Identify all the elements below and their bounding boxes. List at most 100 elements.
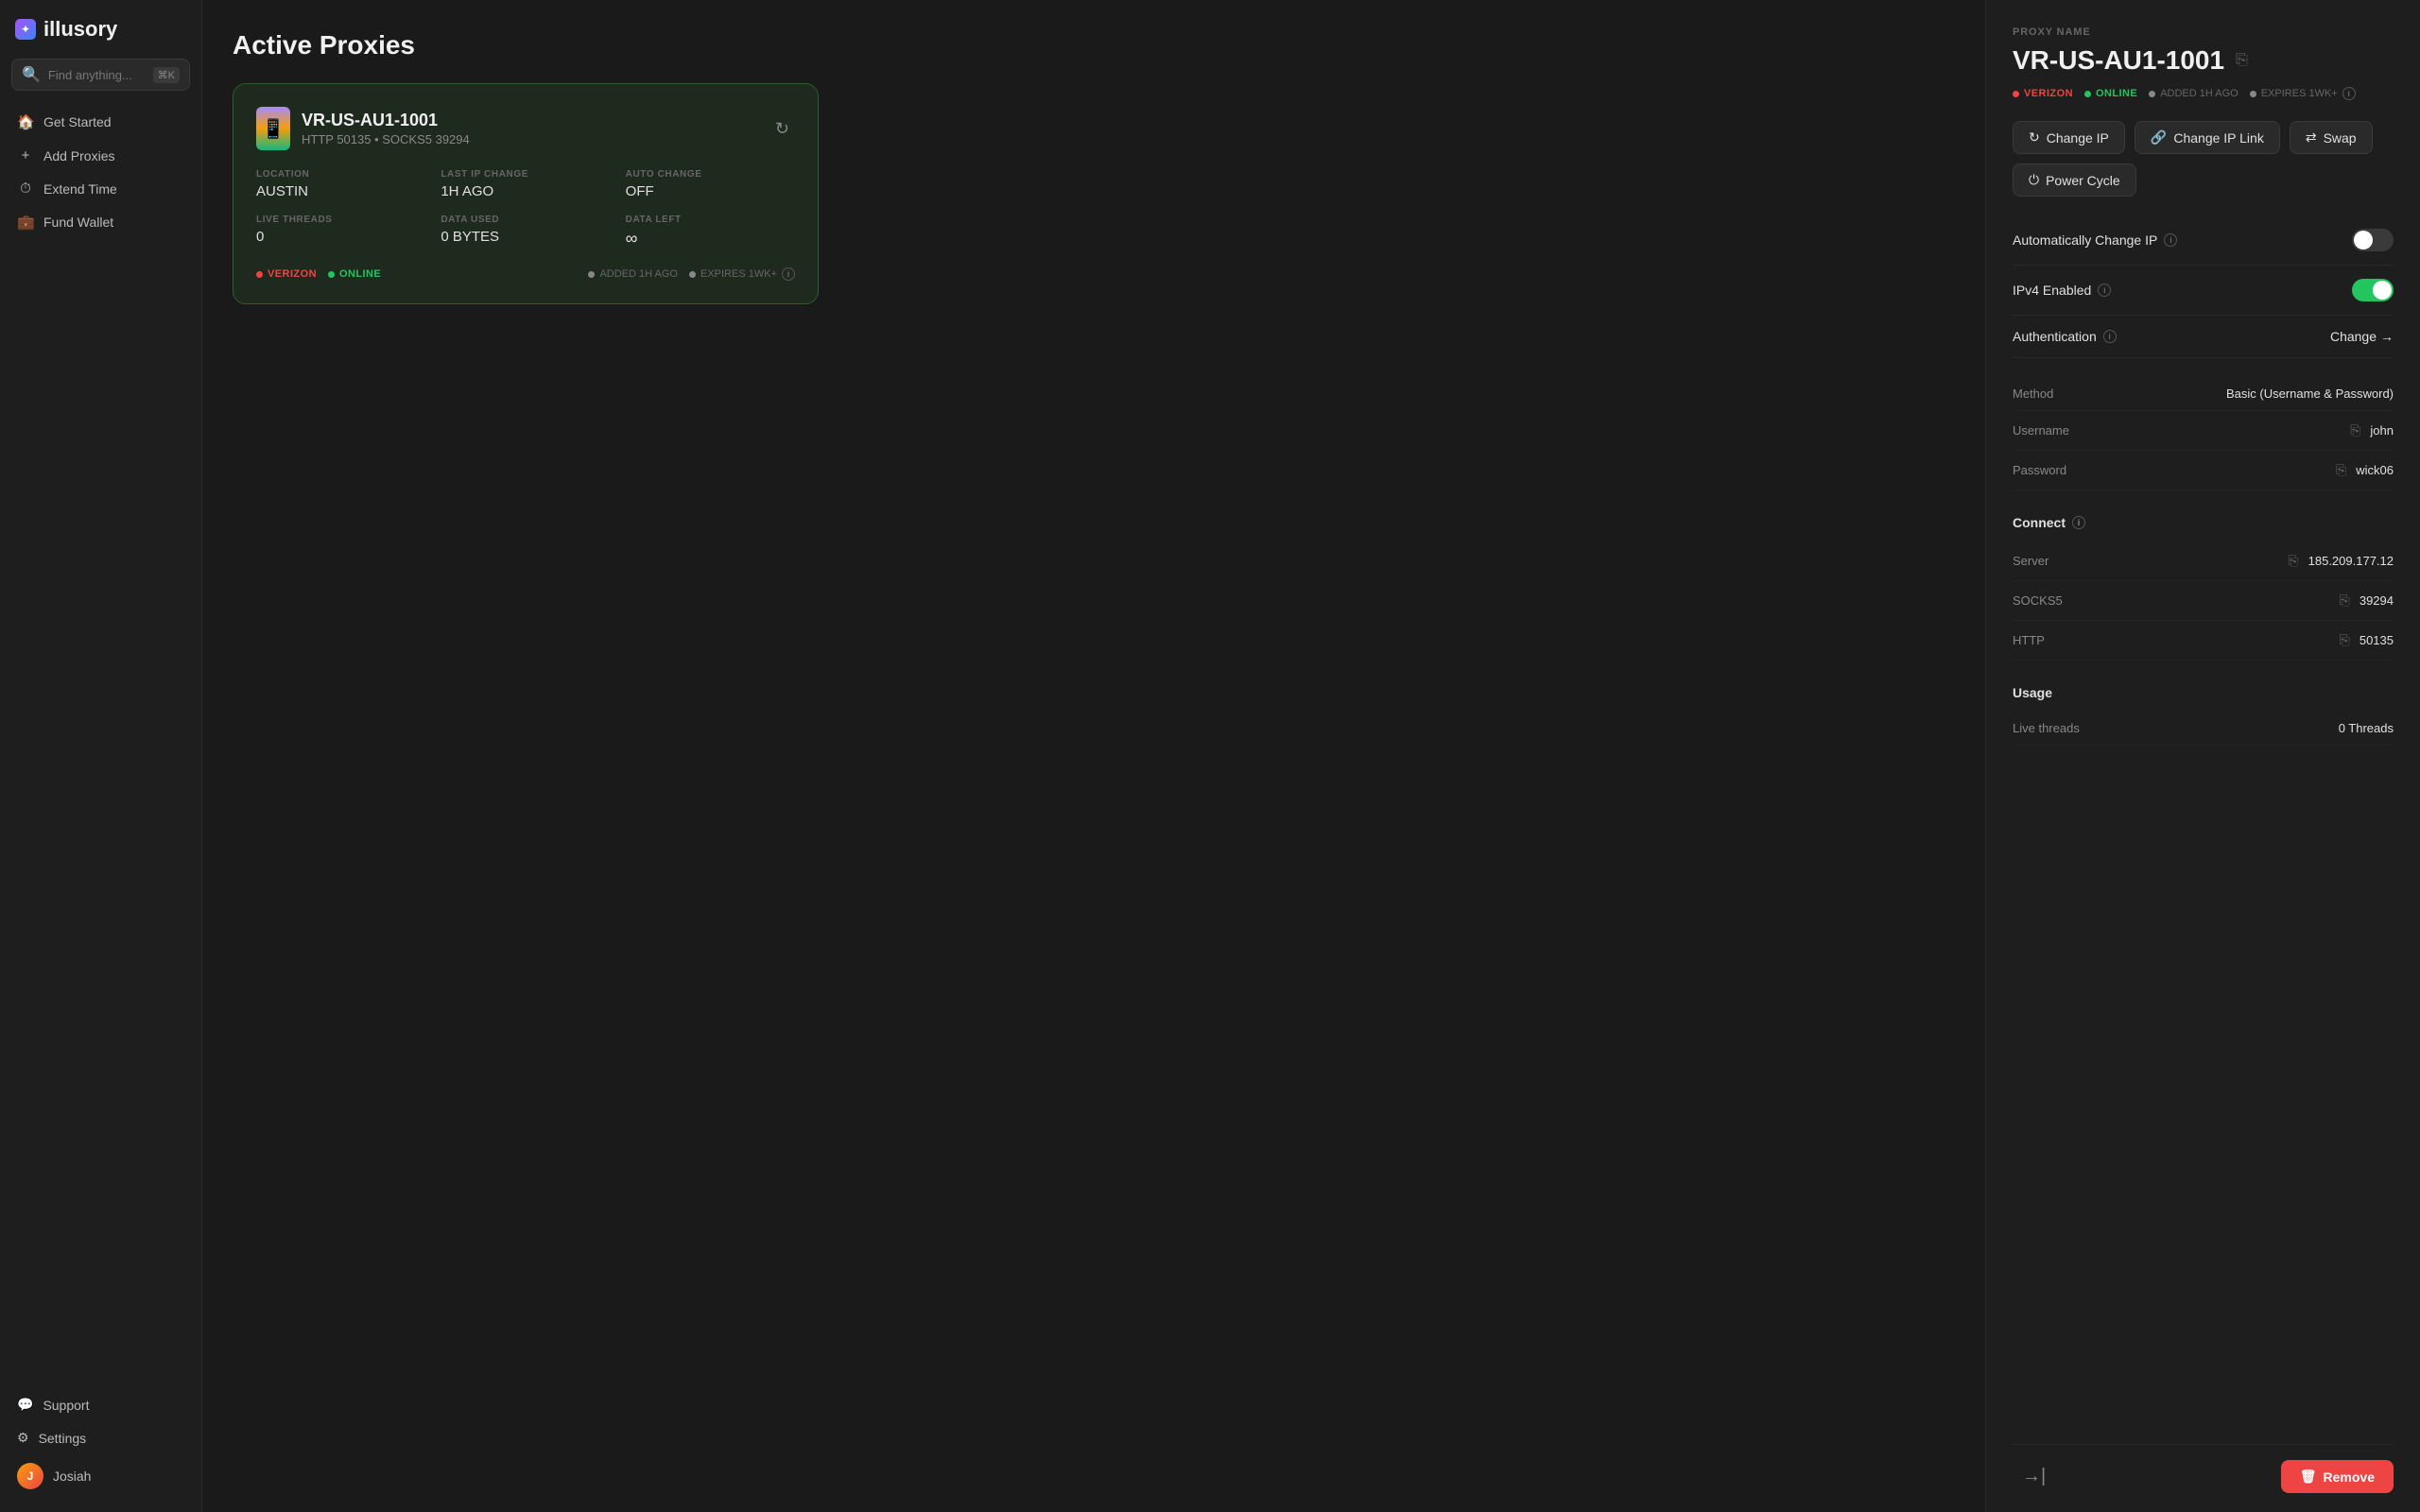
stat-last-ip-change: LAST IP CHANGE 1H AGO <box>441 169 610 199</box>
ipv4-info-icon[interactable]: i <box>2098 284 2111 297</box>
usage-section-title: Usage <box>2013 685 2394 700</box>
socks5-value: 39294 <box>2360 593 2394 608</box>
copy-server-button[interactable]: ⎘ <box>2286 551 2300 571</box>
stat-data-left-label: DATA LEFT <box>626 215 795 225</box>
ipv4-enabled-toggle[interactable] <box>2352 279 2394 301</box>
clock-icon: ⏱ <box>17 180 34 197</box>
method-label: Method <box>2013 387 2053 401</box>
nav-label-add-proxies: Add Proxies <box>43 148 114 163</box>
copy-username-button[interactable]: ⎘ <box>2348 421 2362 440</box>
phone-icon: 📱 <box>256 107 290 150</box>
server-value-row: ⎘ 185.209.177.12 <box>2286 551 2394 571</box>
stat-last-ip-change-label: LAST IP CHANGE <box>441 169 610 180</box>
sidebar-item-settings[interactable]: ⚙ Settings <box>8 1422 194 1453</box>
search-icon: 🔍 <box>22 65 41 84</box>
authentication-change-link[interactable]: Change → <box>2330 329 2394 344</box>
authentication-label: Authentication i <box>2013 329 2117 344</box>
logo-icon: ✦ <box>15 19 36 40</box>
user-profile[interactable]: J Josiah <box>8 1455 194 1497</box>
sidebar-item-get-started[interactable]: 🏠 Get Started <box>8 106 194 138</box>
change-ip-link-button[interactable]: 🔗 Change IP Link <box>2135 121 2280 154</box>
carrier-dot <box>256 271 263 278</box>
stat-location: LOCATION AUSTIN <box>256 169 425 199</box>
stat-data-used-value: 0 BYTES <box>441 229 610 245</box>
sidebar-item-fund-wallet[interactable]: 💼 Fund Wallet <box>8 206 194 238</box>
sidebar-item-add-proxies[interactable]: + Add Proxies <box>8 140 194 171</box>
stat-data-left-value: ∞ <box>626 229 795 249</box>
power-cycle-button[interactable]: ⏻ Power Cycle <box>2013 163 2136 197</box>
proxy-badges: VERIZON ONLINE ADDED 1H AGO EXPIRES 1WK+… <box>256 267 795 281</box>
connect-section-title: Connect i <box>2013 515 2394 530</box>
copy-http-button[interactable]: ⎘ <box>2338 630 2352 650</box>
toggle-thumb-on <box>2373 281 2392 300</box>
auto-change-ip-toggle[interactable] <box>2352 229 2394 251</box>
app-logo: ✦ illusory <box>0 0 201 55</box>
server-value: 185.209.177.12 <box>2308 554 2394 568</box>
nav-label-fund-wallet: Fund Wallet <box>43 215 113 230</box>
avatar: J <box>17 1463 43 1489</box>
swap-icon: ⇄ <box>2306 129 2317 146</box>
method-row: Method Basic (Username & Password) <box>2013 377 2394 411</box>
panel-status-dot <box>2084 91 2091 97</box>
auto-change-info-icon[interactable]: i <box>2164 233 2177 247</box>
password-value: wick06 <box>2356 463 2394 477</box>
panel-status-badges: VERIZON ONLINE ADDED 1H AGO EXPIRES 1WK+… <box>2013 87 2394 100</box>
remove-button[interactable]: 🗑 Remove <box>2281 1460 2394 1493</box>
proxy-card-header: 📱 VR-US-AU1-1001 HTTP 50135 • SOCKS5 392… <box>256 107 795 150</box>
stat-live-threads-value: 0 <box>256 229 425 245</box>
panel-badge-added: ADDED 1H AGO <box>2149 88 2238 99</box>
stat-auto-change-value: OFF <box>626 183 795 199</box>
proxy-name-heading: VR-US-AU1-1001 ⎘ <box>2013 45 2394 76</box>
auto-change-ip-row: Automatically Change IP i <box>2013 215 2394 266</box>
proxy-card: 📱 VR-US-AU1-1001 HTTP 50135 • SOCKS5 392… <box>233 83 819 304</box>
change-ip-button[interactable]: ↻ Change IP <box>2013 121 2125 154</box>
wallet-icon: 💼 <box>17 214 34 231</box>
connect-info-icon[interactable]: i <box>2072 516 2085 529</box>
badge-status: ONLINE <box>328 268 381 280</box>
sidebar-item-support[interactable]: 💬 Support <box>8 1389 194 1420</box>
panel-proxy-name: VR-US-AU1-1001 <box>2013 45 2224 76</box>
http-value: 50135 <box>2360 633 2394 647</box>
username-value: john <box>2370 423 2394 438</box>
expires-info-icon[interactable]: i <box>782 267 795 281</box>
proxy-card-protocols: HTTP 50135 • SOCKS5 39294 <box>302 132 470 146</box>
proxy-card-name: VR-US-AU1-1001 <box>302 111 470 130</box>
refresh-button[interactable]: ↻ <box>769 113 795 145</box>
nav-label-get-started: Get Started <box>43 114 112 129</box>
stat-location-label: LOCATION <box>256 169 425 180</box>
proxy-card-title-row: 📱 VR-US-AU1-1001 HTTP 50135 • SOCKS5 392… <box>256 107 470 150</box>
panel-expires-info-icon[interactable]: i <box>2342 87 2356 100</box>
live-threads-value: 0 Threads <box>2339 721 2394 735</box>
live-threads-row: Live threads 0 Threads <box>2013 712 2394 746</box>
nav-items: 🏠 Get Started + Add Proxies ⏱ Extend Tim… <box>0 102 201 1382</box>
main-content: Active Proxies 📱 VR-US-AU1-1001 HTTP 501… <box>202 0 1985 1512</box>
proxy-stats: LOCATION AUSTIN LAST IP CHANGE 1H AGO AU… <box>256 169 795 249</box>
username-label: Username <box>2013 423 2069 438</box>
stat-live-threads-label: LIVE THREADS <box>256 215 425 225</box>
copy-socks5-button[interactable]: ⎘ <box>2338 591 2352 610</box>
server-label: Server <box>2013 554 2048 568</box>
copy-password-button[interactable]: ⎘ <box>2334 460 2348 480</box>
expires-dot <box>689 271 696 278</box>
username-value-row: ⎘ john <box>2348 421 2394 440</box>
collapse-button[interactable]: →| <box>2013 1460 2055 1493</box>
auth-data-section: Method Basic (Username & Password) Usern… <box>2013 377 2394 490</box>
home-icon: 🏠 <box>17 113 34 130</box>
badge-carrier: VERIZON <box>256 268 317 280</box>
badges-right: ADDED 1H AGO EXPIRES 1WK+ i <box>588 267 795 281</box>
copy-name-button[interactable]: ⎘ <box>2234 50 2250 71</box>
sidebar: ✦ illusory 🔍 Find anything... ⌘K 🏠 Get S… <box>0 0 202 1512</box>
arrow-icon: → <box>2380 329 2394 344</box>
method-value: Basic (Username & Password) <box>2226 387 2394 401</box>
power-icon: ⏻ <box>2029 172 2039 188</box>
auth-info-icon[interactable]: i <box>2103 330 2117 343</box>
toggle-thumb <box>2354 231 2373 249</box>
swap-button[interactable]: ⇄ Swap <box>2290 121 2373 154</box>
sidebar-item-extend-time[interactable]: ⏱ Extend Time <box>8 173 194 204</box>
stat-data-used: DATA USED 0 BYTES <box>441 215 610 249</box>
support-icon: 💬 <box>17 1397 33 1413</box>
search-bar[interactable]: 🔍 Find anything... ⌘K <box>11 59 190 91</box>
badge-expires: EXPIRES 1WK+ i <box>689 267 795 281</box>
action-buttons: ↻ Change IP 🔗 Change IP Link ⇄ Swap ⏻ Po… <box>2013 121 2394 197</box>
stat-location-value: AUSTIN <box>256 183 425 199</box>
